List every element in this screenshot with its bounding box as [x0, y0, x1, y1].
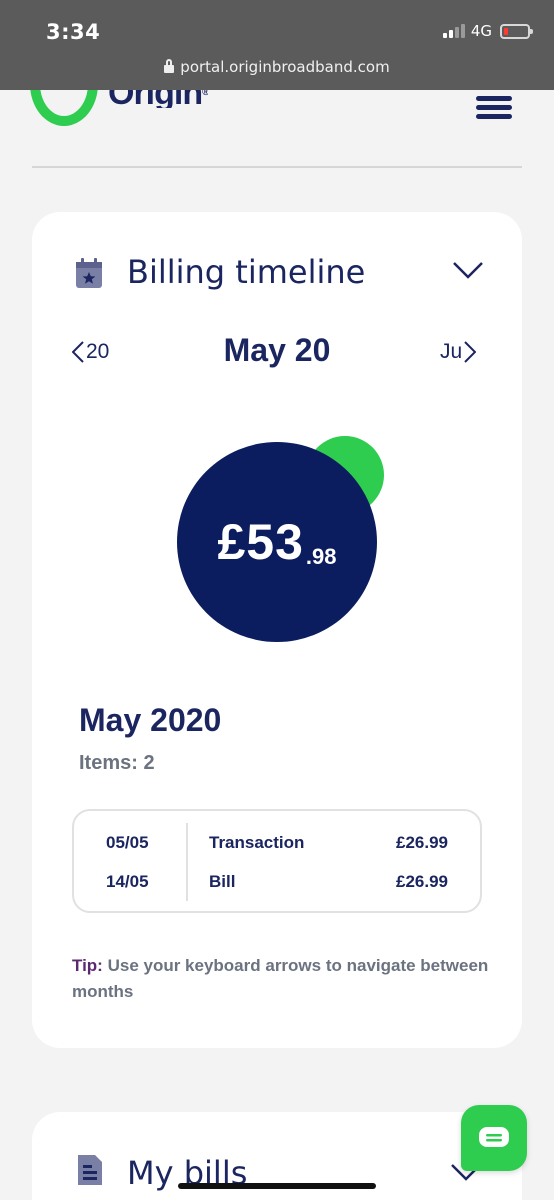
header-divider [32, 166, 522, 168]
calendar-icon [76, 258, 102, 288]
transaction-description: Transaction [209, 833, 305, 852]
transaction-description: Bill [209, 872, 236, 891]
url-bar[interactable]: portal.originbroadband.com [0, 58, 554, 76]
browser-status-bar: 3:34 4G portal.originbroadband.com [0, 0, 554, 90]
signal-icon [442, 24, 465, 38]
tip-text: Use your keyboard arrows to navigate bet… [72, 956, 489, 1001]
next-month-label: Ju [440, 340, 463, 363]
status-time: 3:34 [46, 20, 101, 44]
total-amount-minor: .98 [305, 544, 337, 569]
network-type: 4G [470, 22, 492, 40]
transactions-table: 05/05 Transaction £26.99 14/05 Bill £26.… [72, 809, 482, 913]
menu-icon[interactable] [476, 96, 512, 119]
chevron-right-icon [464, 341, 477, 363]
status-indicators: 4G [442, 22, 533, 40]
transaction-date: 14/05 [106, 872, 149, 891]
items-count: Items: 2 [79, 752, 155, 774]
transaction-amount: £26.99 [396, 872, 448, 891]
table-row: 05/05 Transaction £26.99 [74, 833, 480, 863]
month-total-circle: £53 .98 [177, 442, 377, 642]
chat-button[interactable] [461, 1105, 527, 1171]
transaction-amount: £26.99 [396, 833, 448, 852]
document-icon [78, 1155, 102, 1185]
table-row: 14/05 Bill £26.99 [74, 872, 480, 902]
billing-timeline-title: Billing timeline [127, 253, 366, 291]
url-text: portal.originbroadband.com [180, 58, 390, 76]
battery-icon [500, 23, 533, 39]
month-navigation: 20 May 20 Ju [32, 330, 522, 374]
home-indicator[interactable] [178, 1183, 376, 1189]
tip-label: Tip: [72, 956, 103, 975]
billing-timeline-card: Billing timeline 20 May 20 Ju £53 .98 Ma… [32, 212, 522, 1048]
transaction-date: 05/05 [106, 833, 149, 852]
navigation-tip: Tip: Use your keyboard arrows to navigat… [72, 953, 492, 1005]
chat-icon [479, 1127, 509, 1147]
period-title: May 2020 [79, 702, 222, 738]
total-amount-major: £53 [217, 514, 304, 570]
next-month-button[interactable]: Ju [440, 340, 477, 364]
lock-icon [164, 59, 175, 73]
chevron-down-icon[interactable] [452, 260, 484, 280]
